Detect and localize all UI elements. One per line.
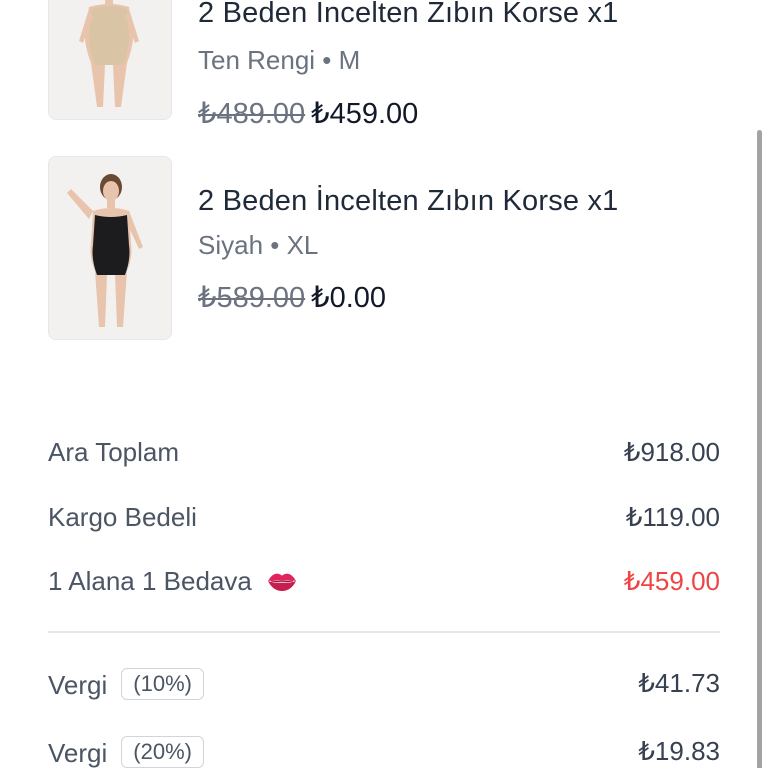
product-title: 2 Beden İncelten Zıbın Korse x1	[198, 185, 619, 217]
tax-row: Vergi (10%) ₺41.73	[48, 668, 720, 708]
tax-row: Vergi (20%) ₺19.83	[48, 736, 720, 768]
product-variant: Siyah • XL	[198, 230, 319, 260]
subtotal-row: Ara Toplam ₺918.00	[48, 437, 720, 477]
sale-price: ₺0.00	[311, 282, 387, 314]
tax-label-wrap: Vergi (10%)	[48, 668, 204, 701]
tax-rate-badge: (20%)	[121, 736, 204, 768]
shipping-value: ₺119.00	[625, 502, 720, 532]
lips-icon	[267, 568, 297, 599]
original-price: ₺489.00	[198, 98, 306, 130]
discount-value: ₺459.00	[623, 566, 720, 596]
discount-label: 1 Alana 1 Bedava	[48, 566, 252, 596]
product-title: 2 Beden İncelten Zıbın Korse x1	[198, 0, 619, 29]
sale-price: ₺459.00	[311, 98, 419, 130]
checkout-order-summary: 2 Beden İncelten Zıbın Korse x1 Ten Reng…	[0, 0, 768, 768]
tax-label-wrap: Vergi (20%)	[48, 736, 204, 768]
product-image	[48, 156, 172, 340]
subtotal-value: ₺918.00	[623, 437, 720, 467]
product-image	[48, 0, 172, 120]
shipping-row: Kargo Bedeli ₺119.00	[48, 502, 720, 542]
product-prices: ₺589.00 ₺0.00	[198, 280, 386, 315]
summary-divider	[48, 631, 720, 633]
product-prices: ₺489.00 ₺459.00	[198, 96, 418, 131]
product-variant: Ten Rengi • M	[198, 45, 361, 75]
subtotal-label: Ara Toplam	[48, 437, 180, 467]
discount-row: 1 Alana 1 Bedava ₺459.00	[48, 566, 720, 606]
tax-label: Vergi	[48, 670, 108, 700]
tax-value: ₺41.73	[638, 668, 720, 698]
shipping-label: Kargo Bedeli	[48, 502, 197, 532]
discount-label-wrap: 1 Alana 1 Bedava	[48, 566, 297, 599]
scrollbar[interactable]	[757, 130, 762, 768]
tax-value: ₺19.83	[638, 736, 720, 766]
tax-label: Vergi	[48, 738, 108, 768]
original-price: ₺589.00	[198, 282, 306, 314]
tax-rate-badge: (10%)	[121, 668, 204, 700]
